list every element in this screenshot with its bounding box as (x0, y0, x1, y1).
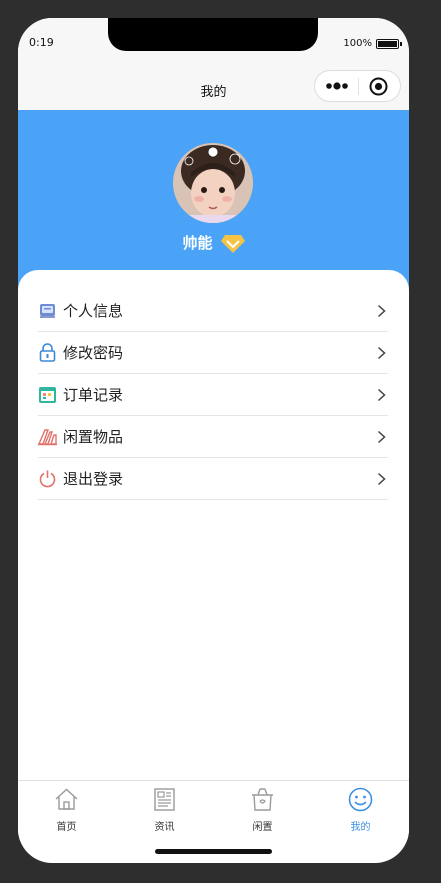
username-row: 帅能 (18, 232, 409, 253)
capsule-divider (358, 78, 359, 95)
menu-label: 闲置物品 (63, 428, 124, 446)
more-options-icon[interactable] (325, 80, 351, 92)
home-indicator (155, 849, 272, 854)
tab-label: 闲置 (252, 822, 273, 833)
menu-item-logout[interactable]: 退出登录 (38, 458, 388, 500)
profile-header: 帅能 (18, 110, 409, 290)
chevron-right-icon (377, 472, 386, 486)
menu-item-profile-info[interactable]: 个人信息 (38, 290, 388, 332)
chevron-right-icon (377, 388, 386, 402)
settings-menu: 个人信息 修改密码 订单记录 闲置物品 退出登录 (38, 290, 388, 500)
menu-card: 个人信息 修改密码 订单记录 闲置物品 退出登录 (18, 270, 409, 780)
battery-icon (376, 39, 402, 49)
avatar[interactable] (173, 143, 253, 223)
mini-program-capsule (314, 70, 401, 102)
idle-basket-icon (252, 788, 273, 811)
goods-icon (38, 429, 57, 446)
smile-icon (348, 787, 373, 812)
tab-label: 我的 (350, 822, 371, 833)
home-icon (55, 788, 78, 810)
news-icon (154, 788, 175, 811)
menu-label: 退出登录 (63, 470, 124, 488)
username: 帅能 (182, 234, 213, 252)
tab-bar: 首页 资讯 闲置 我的 (18, 780, 409, 840)
chevron-right-icon (377, 430, 386, 444)
chevron-right-icon (377, 346, 386, 360)
tab-news[interactable]: 资讯 (116, 781, 213, 841)
battery-percent: 100% (343, 38, 372, 49)
tab-label: 首页 (56, 822, 77, 833)
tab-home[interactable]: 首页 (18, 781, 115, 841)
tab-mine[interactable]: 我的 (312, 781, 409, 841)
phone-screen: 0:19 100% 我的 帅能 个人信息 修改密码 订单记录 闲置物品 退出登录… (18, 18, 409, 863)
menu-label: 订单记录 (63, 386, 124, 404)
notch (108, 18, 318, 51)
menu-label: 修改密码 (63, 344, 124, 362)
id-card-icon (40, 304, 55, 318)
menu-item-change-password[interactable]: 修改密码 (38, 332, 388, 374)
menu-label: 个人信息 (63, 302, 124, 320)
tab-label: 资讯 (154, 822, 175, 833)
power-icon (39, 470, 56, 488)
vip-diamond-icon (220, 234, 245, 253)
lock-icon (39, 343, 56, 362)
status-time: 0:19 (29, 36, 54, 49)
close-capsule-icon[interactable] (369, 77, 388, 96)
chevron-right-icon (377, 304, 386, 318)
avatar-image (173, 143, 253, 223)
menu-item-order-history[interactable]: 订单记录 (38, 374, 388, 416)
calendar-icon (39, 387, 56, 403)
tab-idle[interactable]: 闲置 (214, 781, 311, 841)
menu-item-idle-goods[interactable]: 闲置物品 (38, 416, 388, 458)
nav-bar: 我的 (18, 68, 409, 110)
